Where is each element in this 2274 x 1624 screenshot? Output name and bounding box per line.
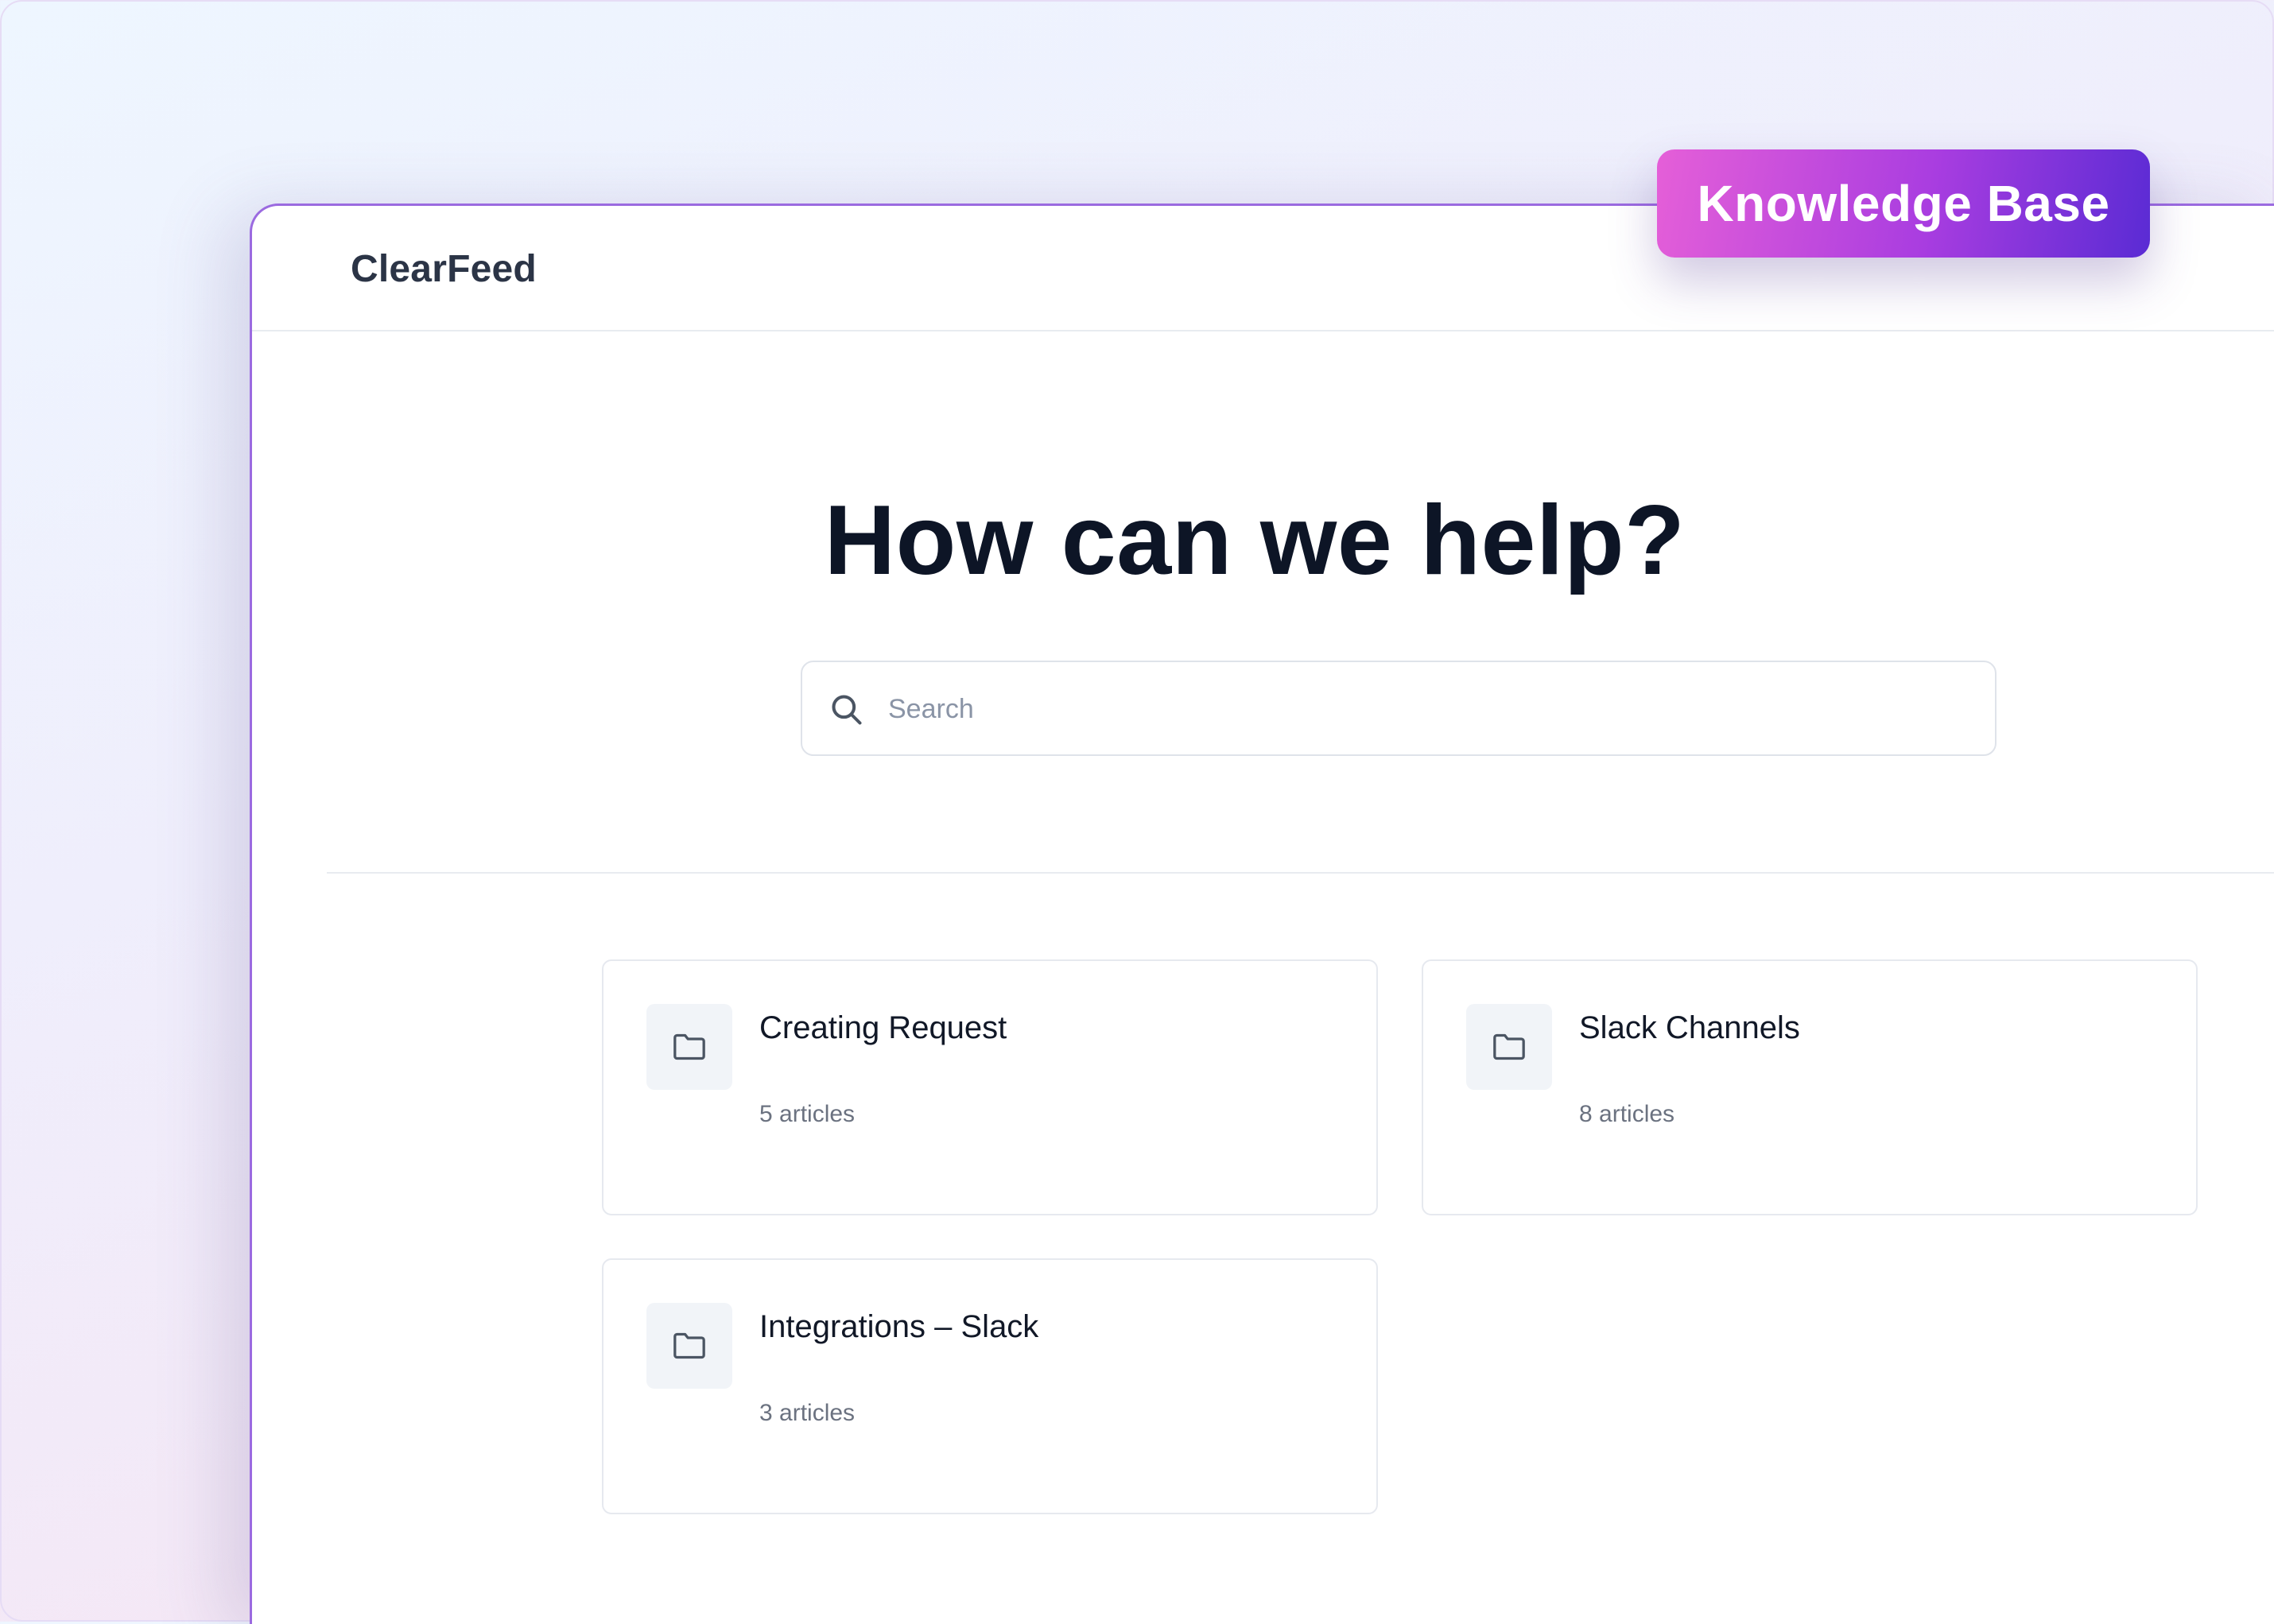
category-article-count: 3 articles [759,1400,856,1426]
category-icon-container [1466,1004,1552,1090]
category-article-count: 5 articles [759,1101,856,1127]
knowledge-base-badge: Knowledge Base [1657,149,2150,258]
category-article-count: 8 articles [1579,1101,1675,1127]
section-divider [327,872,2274,874]
category-card-integrations-slack[interactable]: Integrations – Slack 3 articles [602,1258,1378,1514]
help-center-window: ClearFeed How can we help? Creating Requ… [250,203,2274,1624]
category-title[interactable]: Integrations – Slack [759,1309,1038,1345]
search-icon [832,695,862,725]
folder-icon [673,1033,705,1060]
category-icon-container [646,1004,732,1090]
search-input[interactable] [887,678,1971,740]
category-icon-container [646,1303,732,1389]
brand-logo-text[interactable]: ClearFeed [351,247,537,291]
category-card-creating-request[interactable]: Creating Request 5 articles [602,959,1378,1215]
page-title: How can we help? [824,486,1686,595]
folder-icon [673,1332,705,1359]
search-bar[interactable] [801,661,1997,756]
category-title[interactable]: Creating Request [759,1010,1007,1046]
category-card-slack-channels[interactable]: Slack Channels 8 articles [1422,959,2198,1215]
category-title[interactable]: Slack Channels [1579,1010,1800,1046]
folder-icon [1493,1033,1525,1060]
